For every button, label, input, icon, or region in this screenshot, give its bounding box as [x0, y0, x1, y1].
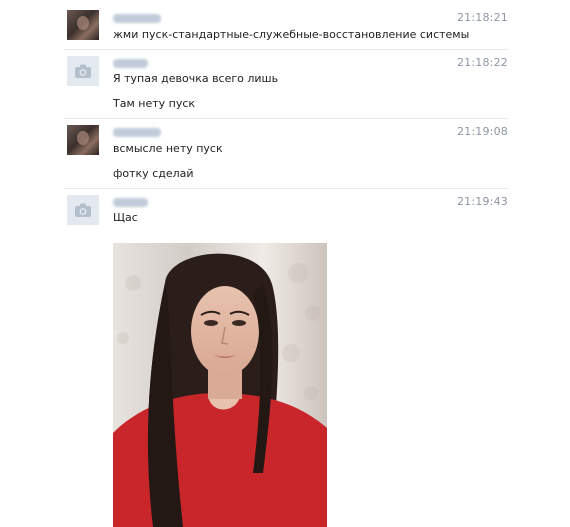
camera-avatar-icon[interactable] [67, 195, 99, 225]
user-avatar[interactable] [67, 10, 99, 40]
sender-name-blurred[interactable] [113, 128, 161, 137]
message-text: жми пуск-стандартные-служебные-восстанов… [113, 28, 470, 41]
message-text: фотку сделай [113, 167, 194, 180]
message-text: Щас [113, 211, 138, 224]
message-time: 21:19:43 [456, 195, 508, 208]
camera-avatar-icon[interactable] [67, 56, 99, 86]
message-divider [64, 49, 509, 50]
sender-name-blurred[interactable] [113, 14, 161, 23]
message-text: всмысле нету пуск [113, 142, 223, 155]
chat-history: 21:18:21 жми пуск-стандартные-служебные-… [0, 0, 570, 527]
photo-attachment[interactable] [113, 243, 327, 527]
sender-name-blurred[interactable] [113, 59, 148, 68]
message-divider [64, 118, 509, 119]
selfie-photo-icon [113, 243, 327, 527]
message-time: 21:19:08 [456, 125, 508, 138]
user-avatar[interactable] [67, 125, 99, 155]
sender-name-blurred[interactable] [113, 198, 148, 207]
message-text: Я тупая девочка всего лишь [113, 72, 279, 85]
message-time: 21:18:21 [456, 11, 508, 24]
message-time: 21:18:22 [456, 56, 508, 69]
message-divider [64, 188, 509, 189]
message-text: Там нету пуск [113, 97, 196, 110]
